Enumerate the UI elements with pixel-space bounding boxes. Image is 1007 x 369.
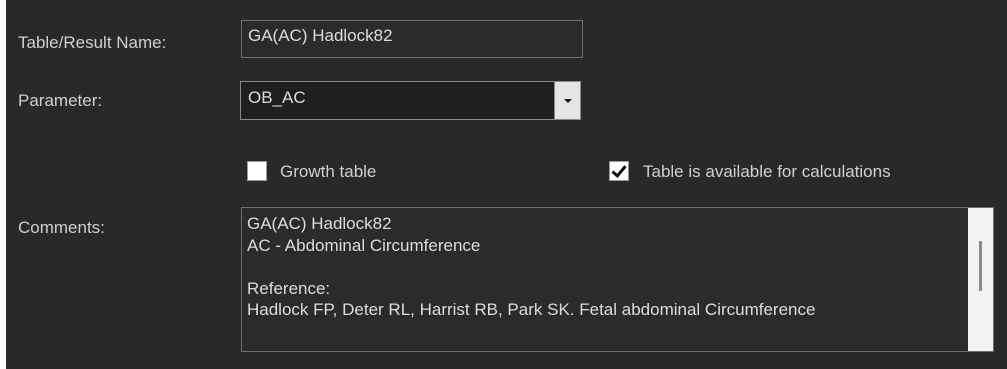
comments-line [247, 256, 961, 278]
parameter-value: OB_AC [248, 88, 306, 107]
parameter-dropdown[interactable]: OB_AC [240, 81, 581, 120]
comments-line: Reference: [247, 278, 331, 298]
scrollbar-thumb[interactable] [979, 241, 982, 291]
available-for-calculations-checkbox[interactable] [609, 161, 629, 181]
growth-table-checkbox[interactable] [247, 161, 267, 181]
table-name-label: Table/Result Name: [18, 33, 167, 52]
table-name-field[interactable]: GA(AC) Hadlock82 [241, 20, 583, 58]
chevron-down-icon[interactable] [554, 82, 580, 119]
comments-line: Hadlock FP, Deter RL, Harrist RB, Park S… [247, 300, 816, 319]
growth-table-label[interactable]: Growth table [280, 162, 376, 182]
parameter-label: Parameter: [18, 91, 103, 110]
available-for-calculations-label[interactable]: Table is available for calculations [643, 162, 891, 182]
comments-line: AC - Abdominal Circumference [247, 235, 481, 255]
table-name-value: GA(AC) Hadlock82 [248, 26, 393, 45]
properties-panel: Table/Result Name: GA(AC) Hadlock82 Para… [6, 0, 1007, 369]
comments-textarea[interactable]: GA(AC) Hadlock82 AC - Abdominal Circumfe… [241, 207, 994, 352]
comments-text: GA(AC) Hadlock82 AC - Abdominal Circumfe… [247, 213, 961, 321]
comments-label: Comments: [18, 218, 105, 237]
comments-line: GA(AC) Hadlock82 [247, 214, 392, 233]
comments-scrollbar[interactable] [968, 208, 993, 351]
